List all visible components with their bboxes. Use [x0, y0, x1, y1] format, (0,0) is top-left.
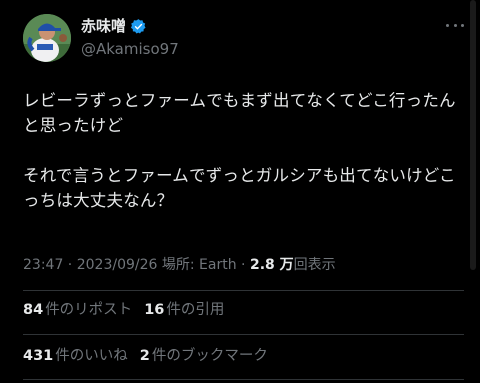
likes-link[interactable]: 431 件のいいね [23, 348, 128, 364]
tweet-time[interactable]: 23:47 [23, 257, 63, 273]
reposts-count: 84 [23, 302, 44, 318]
scrollbar[interactable] [470, 0, 476, 270]
bookmarks-count: 2 [139, 348, 150, 364]
meta-separator: · [236, 257, 250, 273]
tweet-text: レビーラずっとファームでもまず出てなくてどこ行ったんと思ったけど それで言うとフ… [23, 91, 456, 210]
display-name[interactable]: 赤味噌 [81, 16, 126, 36]
quotes-count: 16 [144, 302, 165, 318]
divider [23, 379, 464, 380]
avatar[interactable] [23, 14, 71, 62]
more-options-icon[interactable] [446, 16, 464, 34]
likes-label: 件のいいね [55, 348, 128, 364]
reposts-label: 件のリポスト [45, 302, 133, 318]
tweet-metadata: 23:47 · 2023/09/26 場所: Earth · 2.8 万回表示 [23, 255, 336, 275]
author-handle[interactable]: @Akamiso97 [81, 39, 179, 59]
tweet-date[interactable]: 2023/09/26 [77, 257, 158, 273]
views-count: 2.8 万 [249, 257, 294, 273]
quotes-link[interactable]: 16 件の引用 [144, 302, 224, 318]
divider [23, 334, 464, 335]
views-label: 回表示 [293, 257, 336, 273]
bookmarks-link[interactable]: 2 件のブックマーク [140, 348, 268, 364]
author-name-row: 赤味噌 [81, 16, 147, 36]
likes-count: 431 [23, 348, 54, 364]
stats-row-reposts: 84 件のリポスト 16 件の引用 [23, 300, 224, 320]
bookmarks-label: 件のブックマーク [151, 348, 268, 364]
quotes-label: 件の引用 [166, 302, 225, 318]
baseball-pitcher-avatar-icon [23, 14, 71, 62]
divider [23, 290, 464, 291]
reposts-link[interactable]: 84 件のリポスト [23, 302, 132, 318]
verified-badge-icon[interactable] [130, 18, 147, 35]
stats-row-likes: 431 件のいいね 2 件のブックマーク [23, 346, 268, 366]
meta-separator: · [63, 257, 77, 273]
tweet-location: 場所: Earth [157, 257, 237, 273]
